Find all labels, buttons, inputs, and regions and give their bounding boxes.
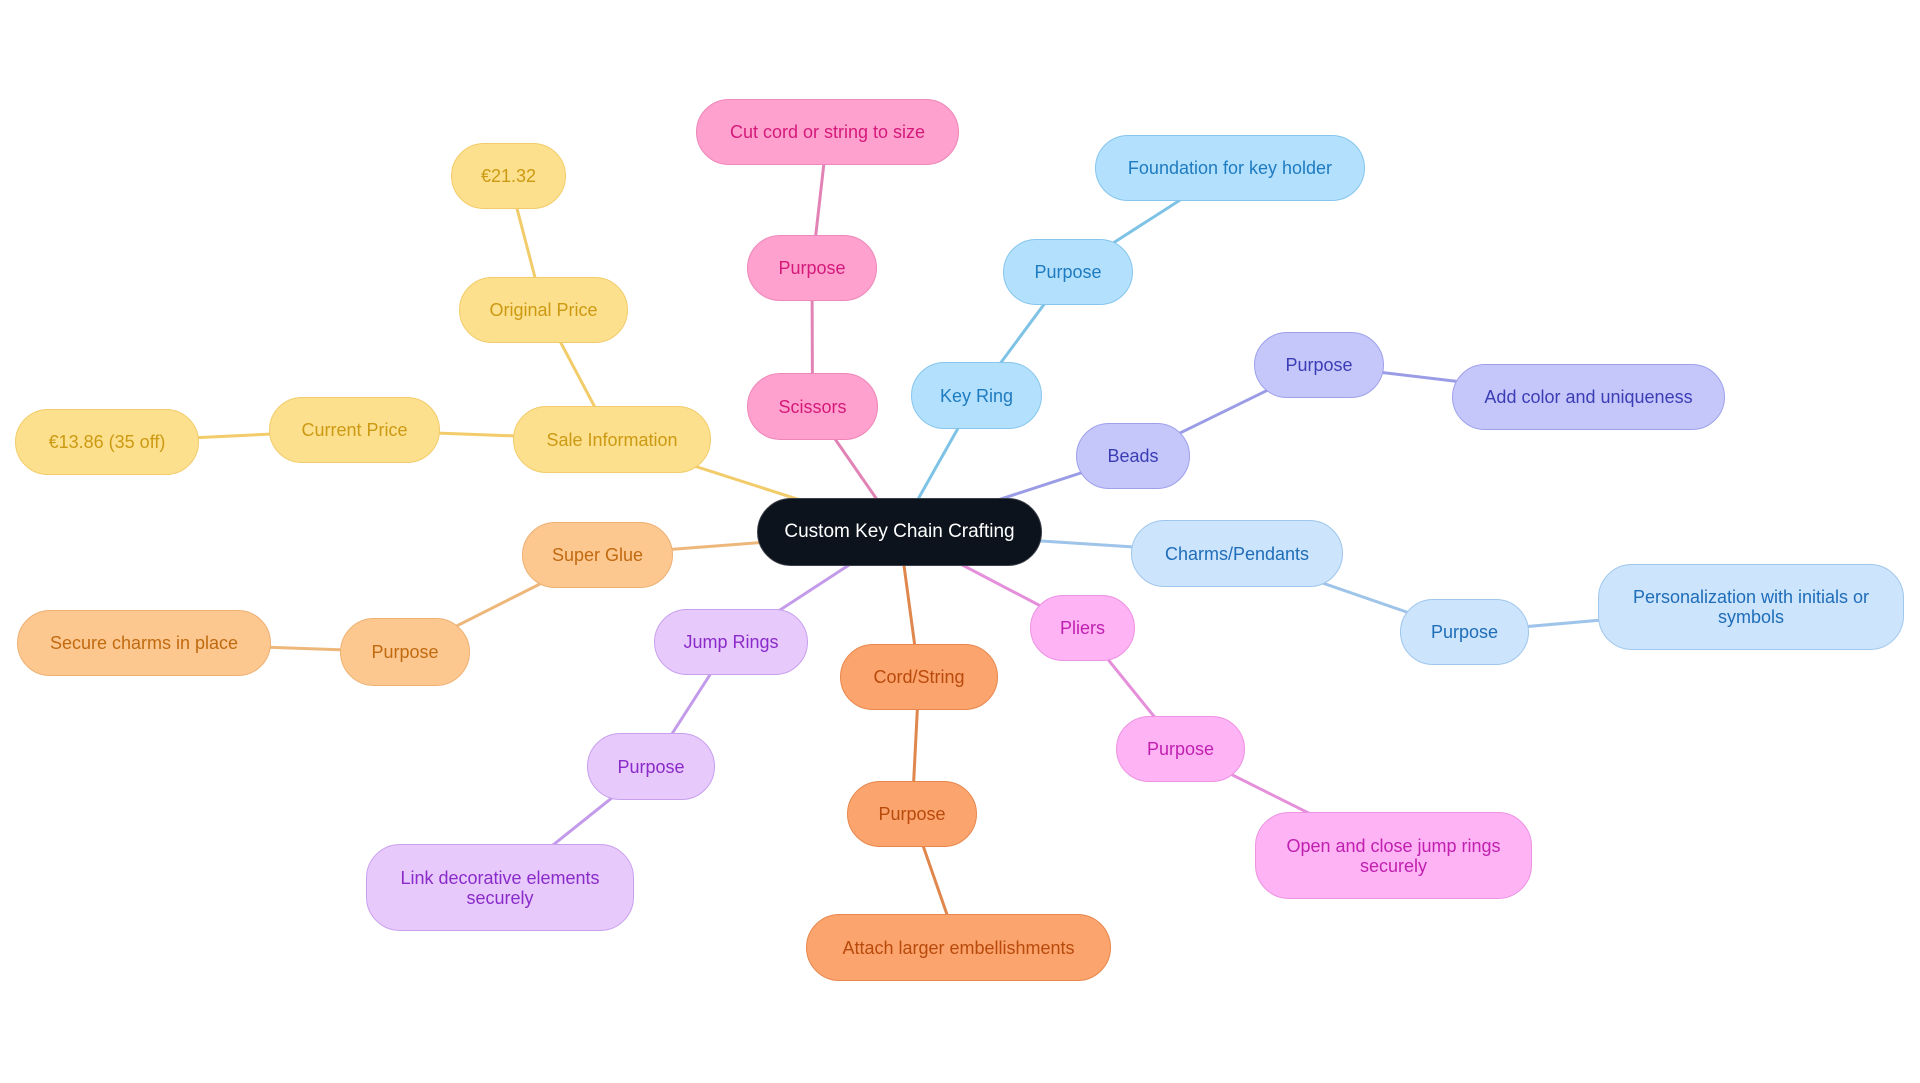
node-current-price-value[interactable]: €13.86 (35 off)	[15, 409, 199, 475]
node-key-ring[interactable]: Key Ring	[911, 362, 1042, 429]
node-current-price[interactable]: Current Price	[269, 397, 440, 463]
node-scissors[interactable]: Scissors	[747, 373, 878, 440]
node-charms-purpose-value[interactable]: Personalization with initials or symbols	[1598, 564, 1904, 650]
node-sale-information[interactable]: Sale Information	[513, 406, 711, 473]
node-jump-rings[interactable]: Jump Rings	[654, 609, 808, 675]
node-charms-pendants[interactable]: Charms/Pendants	[1131, 520, 1343, 587]
node-pliers-purpose[interactable]: Purpose	[1116, 716, 1245, 782]
node-beads-purpose-value[interactable]: Add color and uniqueness	[1452, 364, 1725, 430]
node-pliers-purpose-value[interactable]: Open and close jump rings securely	[1255, 812, 1532, 899]
node-beads[interactable]: Beads	[1076, 423, 1190, 489]
node-cord-purpose-value[interactable]: Attach larger embellishments	[806, 914, 1111, 981]
node-key-ring-purpose-value[interactable]: Foundation for key holder	[1095, 135, 1365, 201]
node-cord-purpose[interactable]: Purpose	[847, 781, 977, 847]
node-super-glue-purpose[interactable]: Purpose	[340, 618, 470, 686]
node-scissors-purpose-value[interactable]: Cut cord or string to size	[696, 99, 959, 165]
node-scissors-purpose[interactable]: Purpose	[747, 235, 877, 301]
node-pliers[interactable]: Pliers	[1030, 595, 1135, 661]
node-original-price[interactable]: Original Price	[459, 277, 628, 343]
node-cord-string[interactable]: Cord/String	[840, 644, 998, 710]
node-jump-rings-purpose[interactable]: Purpose	[587, 733, 715, 800]
node-key-ring-purpose[interactable]: Purpose	[1003, 239, 1133, 305]
node-charms-purpose[interactable]: Purpose	[1400, 599, 1529, 665]
root-node[interactable]: Custom Key Chain Crafting	[757, 498, 1042, 566]
node-beads-purpose[interactable]: Purpose	[1254, 332, 1384, 398]
node-jump-rings-purpose-value[interactable]: Link decorative elements securely	[366, 844, 634, 931]
node-super-glue-purpose-value[interactable]: Secure charms in place	[17, 610, 271, 676]
node-super-glue[interactable]: Super Glue	[522, 522, 673, 588]
node-original-price-value[interactable]: €21.32	[451, 143, 566, 209]
